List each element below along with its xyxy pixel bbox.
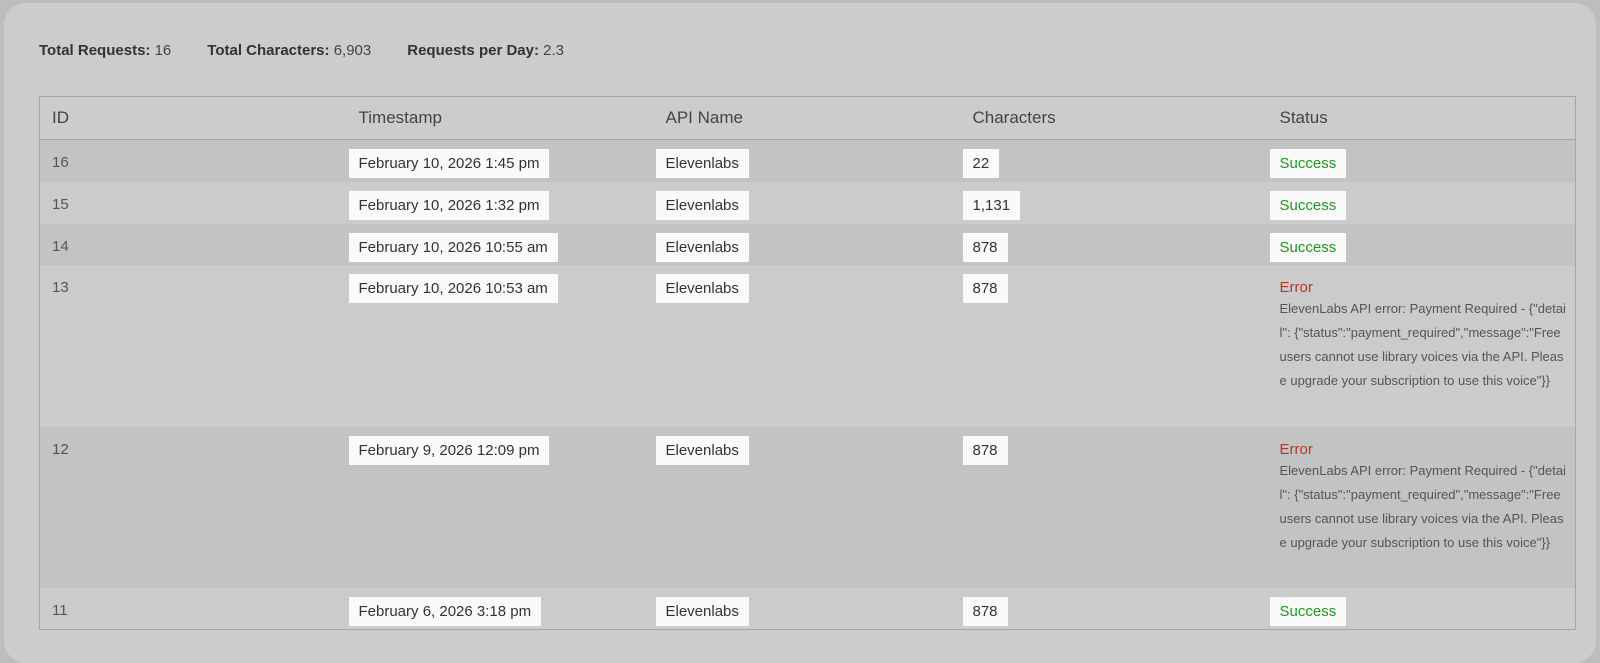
cell-id: 15 <box>39 181 347 224</box>
characters-value: 878 <box>962 273 1008 303</box>
status-error-label: Error <box>1279 440 1313 458</box>
total-characters-label: Total Characters: <box>207 42 330 59</box>
status-success-badge: Success <box>1269 149 1347 178</box>
cell-id: 12 <box>39 426 347 588</box>
api-name-value: Elevenlabs <box>655 596 749 626</box>
error-message: ElevenLabs API error: Payment Required -… <box>1279 462 1566 550</box>
total-characters-value: 6,903 <box>333 42 372 59</box>
table-row: 11 February 6, 2026 3:18 pm Elevenlabs 878 S… <box>39 587 1576 630</box>
total-requests-stat: Total Requests: 16 <box>39 42 171 59</box>
characters-value: 22 <box>962 149 1000 178</box>
api-name-value: Elevenlabs <box>655 273 749 303</box>
table-body: 16 February 10, 2026 1:45 pm Elevenlabs 22 S… <box>39 139 1576 630</box>
timestamp-value: February 10, 2026 10:55 am <box>348 232 558 262</box>
cell-api-name: Elevenlabs <box>653 587 961 630</box>
cell-status: Success <box>1267 587 1576 630</box>
cell-characters: 22 <box>960 139 1268 182</box>
cell-timestamp: February 10, 2026 10:55 am <box>346 223 654 265</box>
error-message: ElevenLabs API error: Payment Required -… <box>1279 300 1566 388</box>
requests-per-day-stat: Requests per Day: 2.3 <box>407 42 564 59</box>
cell-characters: 1,131 <box>960 181 1268 224</box>
total-requests-value: 16 <box>154 42 172 59</box>
status-success-badge: Success <box>1269 596 1347 626</box>
cell-api-name: Elevenlabs <box>653 426 961 588</box>
table-header-row: ID Timestamp API Name Characters Status <box>39 96 1576 140</box>
cell-status: Error ElevenLabs API error: Payment Requi… <box>1267 426 1576 588</box>
cell-status: Error ElevenLabs API error: Payment Requi… <box>1267 264 1576 427</box>
characters-value: 878 <box>962 435 1008 465</box>
status-success-badge: Success <box>1269 232 1347 262</box>
cell-status: Success <box>1267 223 1576 265</box>
table-row: 16 February 10, 2026 1:45 pm Elevenlabs 22 S… <box>39 139 1576 182</box>
api-name-value: Elevenlabs <box>655 435 749 465</box>
timestamp-value: February 9, 2026 12:09 pm <box>348 435 550 465</box>
table-row: 13 February 10, 2026 10:53 am Elevenlabs 87… <box>39 264 1576 427</box>
cell-timestamp: February 6, 2026 3:18 pm <box>346 587 654 630</box>
cell-api-name: Elevenlabs <box>653 264 961 427</box>
table-row: 14 February 10, 2026 10:55 am Elevenlabs 87… <box>39 223 1576 265</box>
status-success-badge: Success <box>1269 190 1347 220</box>
cell-characters: 878 <box>960 426 1268 588</box>
cell-characters: 878 <box>960 264 1268 427</box>
usage-summary: Total Requests: 16 Total Characters: 6,9… <box>39 42 600 59</box>
cell-characters: 878 <box>960 223 1268 265</box>
cell-id: 16 <box>39 139 347 182</box>
cell-characters: 878 <box>960 587 1268 630</box>
status-error-label: Error <box>1279 278 1313 296</box>
characters-value: 878 <box>962 596 1008 626</box>
api-name-value: Elevenlabs <box>655 190 749 220</box>
requests-per-day-value: 2.3 <box>543 42 564 59</box>
requests-per-day-label: Requests per Day: <box>407 42 539 59</box>
column-header-id: ID <box>39 96 347 140</box>
timestamp-value: February 10, 2026 10:53 am <box>348 273 558 303</box>
api-name-value: Elevenlabs <box>655 232 749 262</box>
cell-id: 14 <box>39 223 347 265</box>
usage-log-panel: Total Requests: 16 Total Characters: 6,9… <box>4 3 1596 663</box>
column-header-status: Status <box>1267 96 1576 140</box>
cell-id: 13 <box>39 264 347 427</box>
timestamp-value: February 10, 2026 1:45 pm <box>348 149 550 178</box>
timestamp-value: February 10, 2026 1:32 pm <box>348 190 550 220</box>
characters-value: 1,131 <box>962 190 1021 220</box>
timestamp-value: February 6, 2026 3:18 pm <box>348 596 542 626</box>
cell-timestamp: February 10, 2026 1:45 pm <box>346 139 654 182</box>
characters-value: 878 <box>962 232 1008 262</box>
table-row: 15 February 10, 2026 1:32 pm Elevenlabs 1,1… <box>39 181 1576 224</box>
total-characters-stat: Total Characters: 6,903 <box>207 42 371 59</box>
api-name-value: Elevenlabs <box>655 149 749 178</box>
cell-status: Success <box>1267 181 1576 224</box>
column-header-timestamp: Timestamp <box>346 96 654 140</box>
request-log-table: ID Timestamp API Name Characters Status … <box>39 96 1576 630</box>
column-header-api-name: API Name <box>653 96 961 140</box>
cell-timestamp: February 9, 2026 12:09 pm <box>346 426 654 588</box>
table-row: 12 February 9, 2026 12:09 pm Elevenlabs 878… <box>39 426 1576 588</box>
column-header-characters: Characters <box>960 96 1268 140</box>
cell-id: 11 <box>39 587 347 630</box>
cell-api-name: Elevenlabs <box>653 139 961 182</box>
cell-status: Success <box>1267 139 1576 182</box>
cell-api-name: Elevenlabs <box>653 181 961 224</box>
cell-timestamp: February 10, 2026 10:53 am <box>346 264 654 427</box>
total-requests-label: Total Requests: <box>39 42 151 59</box>
cell-timestamp: February 10, 2026 1:32 pm <box>346 181 654 224</box>
cell-api-name: Elevenlabs <box>653 223 961 265</box>
